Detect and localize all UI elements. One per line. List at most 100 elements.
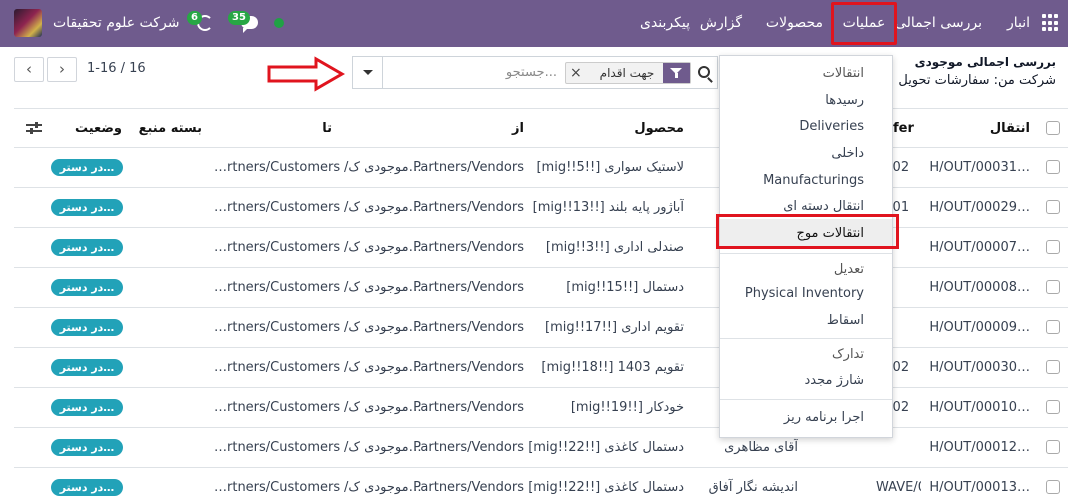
transfer-reference: H/OUT/00029… bbox=[929, 188, 1030, 227]
row-checkbox[interactable] bbox=[1046, 160, 1060, 174]
table-row[interactable]: H/OUT/00010…0002[mig!!19!!] خودکارPartne… bbox=[14, 388, 1068, 428]
table-row[interactable]: H/OUT/00012… آقای مظاهری [mig!!22!!] دستما… bbox=[14, 428, 1068, 468]
optional-columns-icon[interactable] bbox=[26, 122, 42, 134]
row-checkbox[interactable] bbox=[1046, 280, 1060, 294]
to-location: …rtners/Customers bbox=[214, 268, 340, 307]
menu-item-replenishment[interactable]: شارژ مجدد bbox=[804, 373, 864, 388]
column-transfer[interactable]: انتقال bbox=[990, 109, 1030, 148]
chat-count-badge: 35 bbox=[228, 11, 250, 25]
search-input[interactable] bbox=[385, 57, 561, 88]
row-checkbox[interactable] bbox=[1046, 320, 1060, 334]
menu-item-manufacturings[interactable]: Manufacturings bbox=[763, 173, 864, 188]
from-location-sub: /موجودی ک… bbox=[344, 240, 422, 255]
column-source-package[interactable]: بسته منبع bbox=[139, 109, 202, 148]
activity-count-badge: 6 bbox=[187, 11, 202, 25]
app-brand[interactable]: انبار bbox=[1007, 0, 1030, 47]
from-location-sub: /موجودی ک… bbox=[344, 360, 422, 375]
company-avatar[interactable] bbox=[14, 9, 42, 37]
status-badge: در دستر… bbox=[51, 279, 123, 296]
row-checkbox[interactable] bbox=[1046, 440, 1060, 454]
annotation-highlight-operations bbox=[831, 2, 897, 45]
transfer-reference: H/OUT/00008… bbox=[929, 268, 1030, 307]
to-location-text: …rtners/Customers bbox=[214, 480, 341, 495]
search-icon[interactable] bbox=[698, 66, 710, 78]
page-title: شرکت من: سفارشات تحویل bbox=[898, 73, 1056, 88]
transfer-reference-text: H/OUT/00007… bbox=[929, 240, 1030, 255]
product: [mig!!22!!] دستمال کاغذی bbox=[528, 440, 684, 455]
menu-item-run-scheduler[interactable]: اجرا برنامه ریز bbox=[784, 410, 864, 425]
transfer-reference: H/OUT/00009… bbox=[929, 308, 1030, 347]
column-status[interactable]: وضعیت bbox=[75, 109, 122, 148]
apps-menu-icon[interactable] bbox=[1042, 14, 1060, 32]
row-checkbox[interactable] bbox=[1046, 240, 1060, 254]
nav-products[interactable]: محصولات bbox=[766, 0, 823, 47]
transfer-reference-text: H/OUT/00010… bbox=[929, 400, 1030, 415]
nav-reports[interactable]: گزارش bbox=[700, 0, 742, 47]
row-checkbox[interactable] bbox=[1046, 200, 1060, 214]
from-location: Partners/Vendors bbox=[413, 400, 524, 415]
nav-overview[interactable]: بررسی اجمالی bbox=[895, 0, 982, 47]
menu-item-deliveries[interactable]: Deliveries bbox=[799, 119, 864, 134]
column-to[interactable]: تا bbox=[322, 109, 332, 148]
product: [mig!!17!!] تقویم اداری bbox=[545, 320, 684, 335]
to-location: …rtners/Customers bbox=[214, 388, 340, 427]
from-location-sub: /موجودی ک… bbox=[344, 480, 422, 495]
menu-divider bbox=[720, 253, 892, 254]
column-from[interactable]: از bbox=[512, 109, 524, 148]
table-row[interactable]: H/OUT/00031…0002[mig!!5!!] لاستیک سواریP… bbox=[14, 148, 1068, 188]
pager-value[interactable]: 1-16 / 16 bbox=[87, 61, 146, 76]
from-location-sub: /موجودی ک… bbox=[344, 200, 422, 215]
facet-label: جهت اقدام bbox=[599, 66, 655, 80]
menu-item-batch-transfers[interactable]: انتقال دسته ای bbox=[783, 199, 864, 214]
transfer-reference-text: H/OUT/00009… bbox=[929, 320, 1030, 335]
from-location: Partners/Vendors bbox=[413, 360, 524, 375]
search-facet: × جهت اقدام bbox=[565, 62, 691, 84]
status-badge: در دستر… bbox=[51, 239, 123, 256]
dropdown-header-transfers: انتقالات bbox=[822, 66, 864, 81]
from-location: Partners/Vendors bbox=[413, 160, 524, 175]
table-row[interactable]: H/OUT/00009……پ[mig!!17!!] تقویم اداریPar… bbox=[14, 308, 1068, 348]
to-location-text: …rtners/Customers bbox=[214, 320, 341, 335]
row-checkbox[interactable] bbox=[1046, 480, 1060, 494]
table-row[interactable]: H/OUT/00030…0002…پ[mig!!18!!] تقویم 1403… bbox=[14, 348, 1068, 388]
contact: اندیشه نگار آفاق bbox=[708, 480, 798, 495]
table-row[interactable]: H/OUT/00013… WAVE/00002 اندیشه نگار آفاق [m… bbox=[14, 468, 1068, 504]
to-location-text: …rtners/Customers bbox=[214, 440, 341, 455]
table-row[interactable]: H/OUT/00029…0001[mig!!13!!] آباژور پایه … bbox=[14, 188, 1068, 228]
menu-item-receipts[interactable]: رسیدها bbox=[825, 93, 864, 108]
product: [mig!!22!!] دستمال کاغذی bbox=[528, 480, 684, 495]
product: [mig!!19!!] خودکار bbox=[570, 400, 684, 415]
product: [mig!!18!!] تقویم 1403 bbox=[541, 360, 684, 375]
column-product[interactable]: محصول bbox=[634, 109, 684, 148]
search-options-toggle[interactable] bbox=[353, 57, 383, 88]
pager-previous-button[interactable]: ‹ bbox=[14, 57, 44, 82]
transfer-secondary-ref: WAVE/00002 bbox=[876, 468, 921, 504]
row-checkbox[interactable] bbox=[1046, 400, 1060, 414]
product: [mig!!13!!] آباژور پایه بلند bbox=[532, 200, 684, 215]
pager-value-text: 1-16 / 16 bbox=[87, 61, 146, 76]
table-row[interactable]: H/OUT/00008… [mig!!15!!] دستمال Partners/V… bbox=[14, 268, 1068, 308]
facet-remove-icon[interactable]: × bbox=[570, 63, 582, 83]
from-location: Partners/Vendors bbox=[413, 320, 524, 335]
annotation-arrow bbox=[267, 56, 346, 92]
nav-configuration[interactable]: پیکربندی bbox=[640, 0, 690, 47]
menu-divider bbox=[720, 399, 892, 400]
to-location: …rtners/Customers bbox=[214, 148, 340, 187]
breadcrumb-parent[interactable]: بررسی اجمالی موجودی bbox=[915, 55, 1056, 69]
pager-next-button[interactable]: › bbox=[47, 57, 77, 82]
menu-item-scrap[interactable]: اسقاط bbox=[827, 313, 864, 328]
to-location: …rtners/Customers bbox=[214, 348, 340, 387]
status-badge: در دستر… bbox=[51, 359, 123, 376]
from-location-sub: /موجودی ک… bbox=[344, 440, 422, 455]
from-location: Partners/Vendors bbox=[413, 440, 524, 455]
select-all-checkbox[interactable] bbox=[1046, 121, 1060, 135]
company-switcher[interactable]: شرکت علوم تحقیقات bbox=[53, 0, 179, 47]
menu-item-internal[interactable]: داخلی bbox=[831, 146, 864, 161]
menu-item-physical-inventory[interactable]: Physical Inventory bbox=[745, 286, 864, 301]
transfer-reference: H/OUT/00012… bbox=[929, 428, 1030, 467]
status-badge: در دستر… bbox=[51, 319, 123, 336]
table-row[interactable]: H/OUT/00007… [mig!!3!!] صندلی اداری Partne… bbox=[14, 228, 1068, 268]
row-checkbox[interactable] bbox=[1046, 360, 1060, 374]
menu-divider bbox=[720, 338, 892, 339]
from-location: Partners/Vendors bbox=[413, 200, 524, 215]
